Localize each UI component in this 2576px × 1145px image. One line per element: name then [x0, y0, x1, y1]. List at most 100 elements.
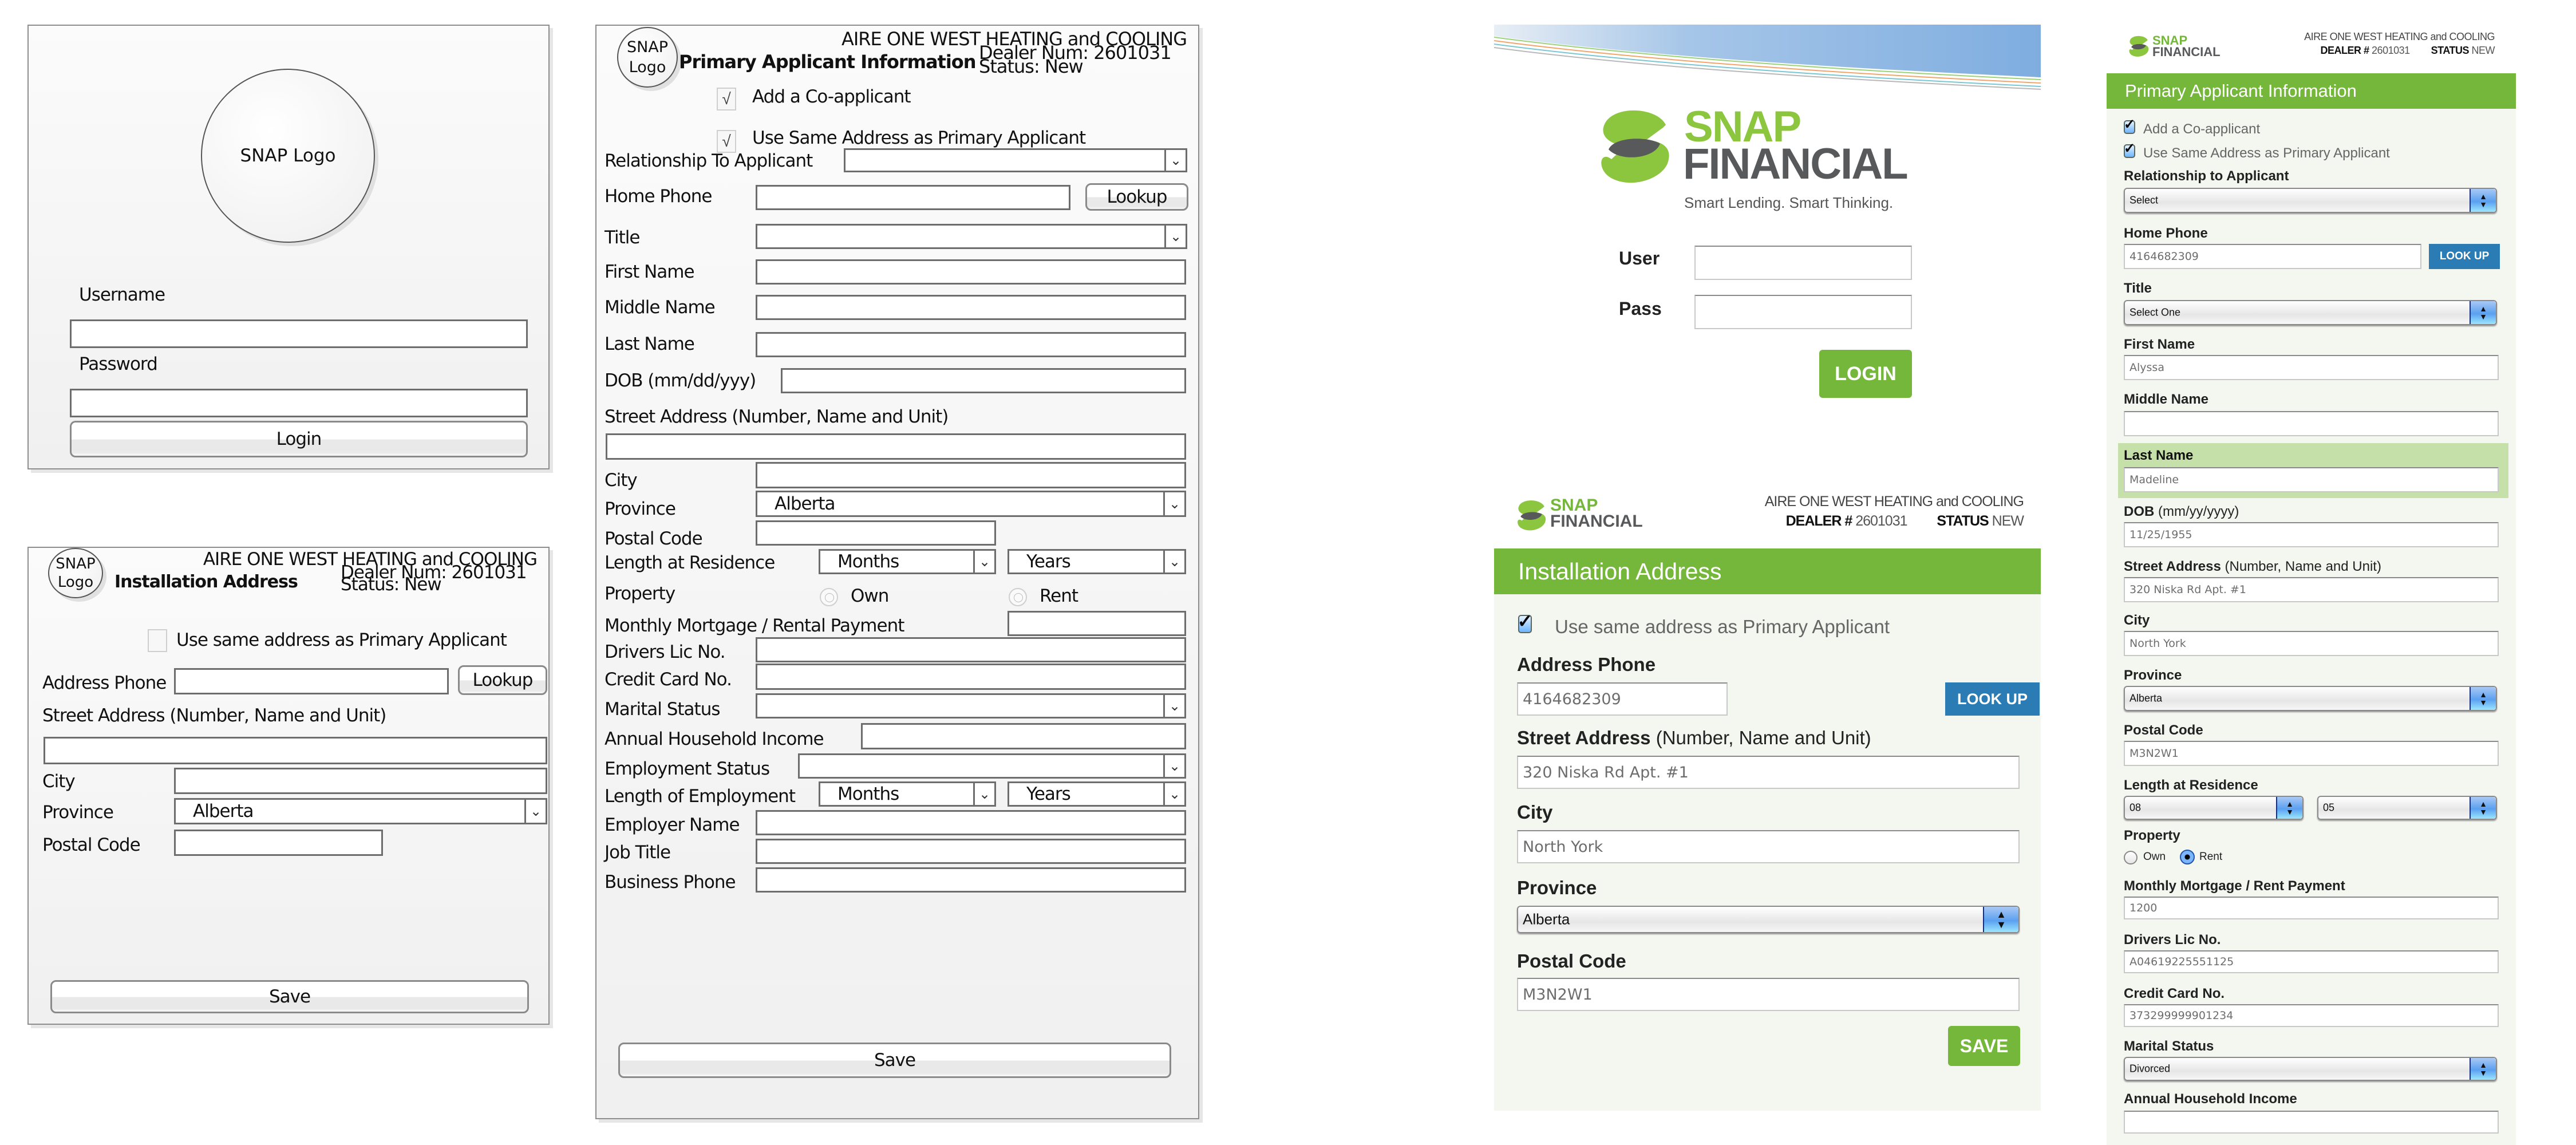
chevron-down-icon: ⌄ — [973, 783, 994, 805]
province-select[interactable]: Alberta ▲ ▼ — [2124, 686, 2497, 711]
title-select[interactable]: Select One ▲ ▼ — [2124, 300, 2497, 325]
city-input[interactable] — [756, 462, 1186, 488]
dob-input[interactable]: 11/25/1955 — [2124, 522, 2499, 547]
income-input[interactable] — [2124, 1111, 2499, 1134]
address-phone-input[interactable] — [174, 668, 449, 694]
employment-months-select[interactable]: Months ⌄ — [819, 781, 996, 807]
same-address-checkbox[interactable]: ✓ — [2124, 141, 2135, 158]
same-address-checkbox[interactable]: ✓ — [1518, 611, 1532, 633]
residence-length-label: Length at Residence — [2124, 777, 2258, 793]
chevron-down-icon: ⌄ — [1163, 695, 1184, 717]
lookup-button[interactable]: Lookup — [1085, 183, 1188, 211]
province-label: Province — [42, 802, 114, 823]
password-input[interactable] — [70, 389, 528, 417]
province-select[interactable]: Alberta ▲ ▼ — [1517, 906, 2020, 933]
city-input[interactable]: North York — [1517, 830, 2020, 863]
user-input[interactable] — [1694, 246, 1912, 280]
last-name-input[interactable] — [756, 332, 1186, 357]
lookup-button[interactable]: LOOK UP — [1945, 682, 2040, 716]
city-input[interactable]: North York — [2124, 631, 2499, 656]
income-input[interactable] — [861, 723, 1186, 749]
middle-name-label: Middle Name — [2124, 392, 2209, 407]
city-input[interactable] — [174, 768, 547, 794]
street-address-input[interactable] — [44, 737, 547, 764]
city-label: City — [42, 771, 76, 792]
username-input[interactable] — [70, 319, 528, 348]
first-name-input[interactable] — [756, 259, 1186, 285]
employment-years-select[interactable]: Years ⌄ — [1008, 781, 1186, 807]
snap-logo-placeholder: SNAP Logo — [617, 27, 678, 88]
marital-status-select[interactable]: Divorced ▲ ▼ — [2124, 1057, 2497, 1081]
chevron-down-icon: ⌄ — [973, 551, 994, 572]
street-address-input[interactable] — [606, 433, 1186, 460]
snap-logo-icon — [2129, 35, 2149, 57]
save-button[interactable]: SAVE — [1948, 1026, 2020, 1066]
income-label: Annual Household Income — [2124, 1091, 2297, 1107]
middle-name-input[interactable] — [756, 295, 1186, 320]
snap-logo-icon — [1601, 110, 1669, 183]
credit-card-input[interactable] — [756, 664, 1186, 690]
employer-name-input[interactable] — [756, 810, 1186, 835]
spinner-arrows-icon: ▲ ▼ — [1983, 907, 2018, 932]
marital-value: Divorced — [2129, 1063, 2171, 1075]
dealer-name: AIRE ONE WEST HEATING and COOLING — [1764, 493, 2024, 510]
mortgage-label: Monthly Mortgage / Rent Payment — [2124, 878, 2345, 894]
job-title-input[interactable] — [756, 839, 1186, 864]
postal-code-input[interactable]: M3N2W1 — [2124, 741, 2499, 766]
relationship-select[interactable]: ⌄ — [844, 148, 1187, 172]
pass-input[interactable] — [1694, 295, 1912, 329]
rent-radio[interactable] — [2180, 850, 2195, 864]
rent-radio[interactable] — [1009, 588, 1027, 606]
coapplicant-checkbox[interactable]: ✓ — [2124, 117, 2135, 134]
same-address-checkbox[interactable] — [148, 629, 167, 652]
residence-years-select[interactable]: Years ⌄ — [1008, 549, 1186, 574]
first-name-input[interactable]: Alyssa — [2124, 355, 2499, 380]
street-address-input[interactable]: 320 Niska Rd Apt. #1 — [2124, 577, 2499, 602]
same-address-checkbox[interactable]: √ — [717, 130, 736, 153]
drivers-license-input[interactable]: A04619225551125 — [2124, 950, 2499, 973]
user-label: User — [1619, 248, 1660, 269]
own-radio[interactable] — [820, 588, 838, 606]
save-button[interactable]: Save — [50, 980, 529, 1013]
middle-name-label: Middle Name — [605, 297, 716, 318]
dob-input[interactable] — [781, 368, 1186, 393]
relationship-select[interactable]: Select ▲ ▼ — [2124, 188, 2497, 213]
province-select[interactable]: Alberta ⌄ — [756, 491, 1186, 517]
postal-code-input[interactable] — [756, 520, 996, 546]
residence-years-select[interactable]: 05 ▲ ▼ — [2317, 796, 2497, 820]
mortgage-input[interactable]: 1200 — [2124, 897, 2499, 919]
title-select[interactable]: ⌄ — [756, 224, 1187, 249]
home-phone-input[interactable] — [756, 185, 1070, 210]
own-radio[interactable] — [2124, 851, 2138, 864]
residence-months-select[interactable]: 08 ▲ ▼ — [2124, 796, 2304, 820]
coapplicant-checkbox[interactable]: √ — [717, 88, 736, 110]
property-label: Property — [2124, 828, 2180, 843]
credit-card-input[interactable]: 373299999901234 — [2124, 1004, 2499, 1027]
lookup-button[interactable]: Lookup — [458, 665, 547, 695]
province-select[interactable]: Alberta ⌄ — [174, 798, 547, 824]
mortgage-input[interactable] — [1008, 611, 1186, 636]
residence-months-select[interactable]: Months ⌄ — [819, 549, 996, 574]
city-label: City — [605, 470, 638, 491]
middle-name-input[interactable] — [2124, 411, 2499, 436]
last-name-input[interactable]: Madeline — [2124, 467, 2499, 492]
login-button[interactable]: LOGIN — [1819, 350, 1912, 398]
login-button[interactable]: Login — [70, 421, 528, 457]
street-address-input[interactable]: 320 Niska Rd Apt. #1 — [1517, 756, 2020, 789]
status-value: NEW — [1992, 513, 2024, 529]
business-phone-input[interactable] — [756, 867, 1186, 893]
section-banner: Installation Address — [1494, 548, 2041, 594]
postal-code-input[interactable]: M3N2W1 — [1517, 978, 2020, 1011]
home-phone-input[interactable]: 4164682309 — [2124, 244, 2421, 269]
address-phone-input[interactable]: 4164682309 — [1517, 682, 1728, 716]
coapplicant-label: Add a Co-applicant — [752, 86, 911, 107]
save-button[interactable]: Save — [618, 1043, 1171, 1078]
same-address-label: Use Same Address as Primary Applicant — [2143, 145, 2390, 161]
lookup-button[interactable]: LOOK UP — [2429, 244, 2500, 269]
employment-status-select[interactable]: ⌄ — [798, 753, 1186, 779]
postal-code-input[interactable] — [174, 830, 383, 856]
marital-status-select[interactable]: ⌄ — [756, 693, 1186, 718]
relationship-label: Relationship to Applicant — [2124, 168, 2289, 184]
own-label: Own — [2143, 851, 2166, 863]
drivers-license-input[interactable] — [756, 637, 1186, 662]
